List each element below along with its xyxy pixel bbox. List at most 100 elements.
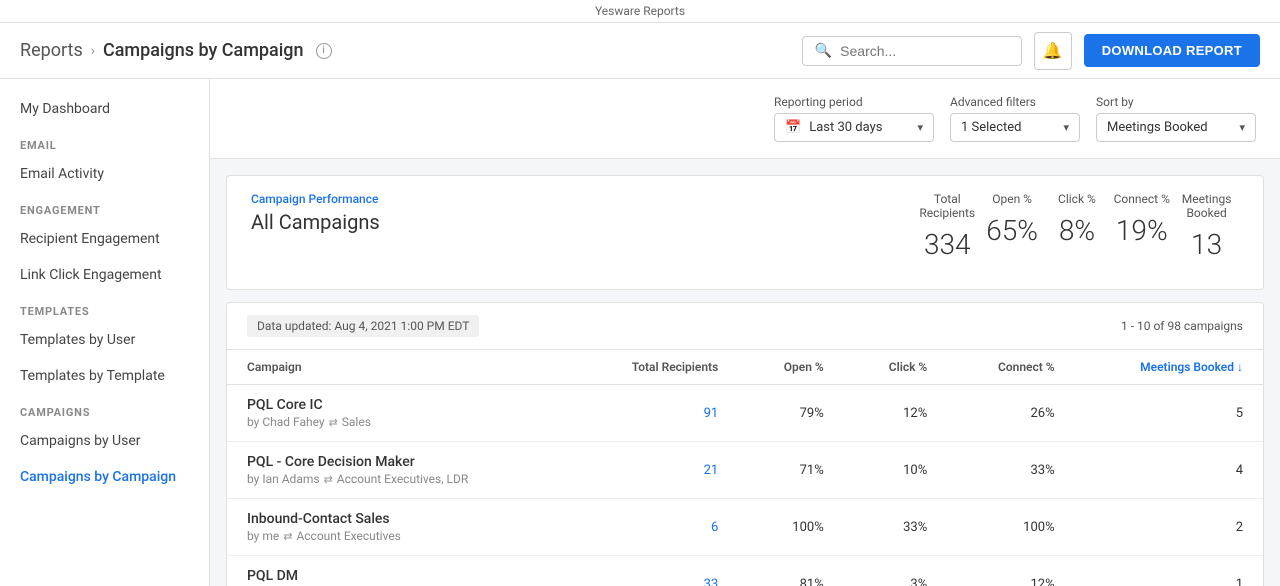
share-icon-2: ⇄ (283, 530, 292, 543)
reporting-period-label: Reporting period (774, 95, 934, 109)
cell-click-pct-0: 12% (844, 385, 948, 442)
cell-open-pct-1: 71% (738, 442, 844, 499)
sidebar-item-campaigns-by-user[interactable]: Campaigns by User (0, 423, 209, 459)
cell-campaign-1: PQL - Core Decision Maker by Ian Adams ⇄… (227, 442, 571, 499)
cell-open-pct-3: 81% (738, 556, 844, 586)
sidebar-item-templates-by-user[interactable]: Templates by User (0, 322, 209, 358)
chevron-down-icon-3: ▾ (1239, 121, 1245, 134)
info-icon[interactable]: i (316, 43, 332, 59)
cell-click-pct-2: 33% (844, 499, 948, 556)
campaign-meta-2: by me ⇄ Account Executives (247, 529, 551, 543)
sidebar-section-email: EMAIL (0, 127, 209, 156)
advanced-filters-label: Advanced filters (950, 95, 1080, 109)
campaign-name-3: PQL DM (247, 568, 551, 584)
download-report-button[interactable]: DOWNLOAD REPORT (1084, 34, 1260, 67)
metric-connect-pct: Connect % 19% (1109, 192, 1174, 261)
cell-total-recipients-2: 6 (571, 499, 738, 556)
cell-meetings-booked-3: 1 (1075, 556, 1263, 586)
campaign-performance-label: Campaign Performance (251, 192, 380, 206)
cell-total-recipients-0: 91 (571, 385, 738, 442)
breadcrumb-reports[interactable]: Reports (20, 40, 83, 61)
campaigns-table-container: Data updated: Aug 4, 2021 1:00 PM EDT 1 … (226, 302, 1264, 586)
col-header-total-recipients: Total Recipients (571, 350, 738, 385)
reporting-period-value: Last 30 days (809, 120, 882, 135)
campaigns-table: Campaign Total Recipients Open % Click %… (227, 350, 1263, 586)
metric-total-recipients: Total Recipients 334 (915, 192, 980, 261)
cell-connect-pct-2: 100% (947, 499, 1074, 556)
cell-total-recipients-1: 21 (571, 442, 738, 499)
col-header-campaign: Campaign (227, 350, 571, 385)
campaign-meta-1: by Ian Adams ⇄ Account Executives, LDR (247, 472, 551, 486)
calendar-icon: 📅 (785, 120, 801, 135)
sidebar-section-campaigns: CAMPAIGNS (0, 394, 209, 423)
campaign-name-1: PQL - Core Decision Maker (247, 454, 551, 470)
sort-by-value: Meetings Booked (1107, 120, 1208, 135)
table-row: PQL - Core Decision Maker by Ian Adams ⇄… (227, 442, 1263, 499)
search-input[interactable] (840, 43, 1009, 59)
metric-connect-pct-label: Connect % (1109, 192, 1174, 206)
metric-open-pct-label: Open % (980, 192, 1045, 206)
share-icon-0: ⇄ (329, 416, 338, 429)
filters-bar: Reporting period 📅 Last 30 days ▾ Advanc… (210, 79, 1280, 159)
summary-header: Campaign Performance All Campaigns Total… (251, 192, 1239, 261)
metric-click-pct-label: Click % (1045, 192, 1110, 206)
page-title: Campaigns by Campaign (103, 40, 304, 61)
pagination-info: 1 - 10 of 98 campaigns (1121, 319, 1243, 333)
campaign-name-0: PQL Core IC (247, 397, 551, 413)
chevron-down-icon: ▾ (917, 121, 923, 134)
sidebar: My Dashboard EMAIL Email Activity ENGAGE… (0, 79, 210, 586)
top-bar: Yesware Reports (0, 0, 1280, 23)
breadcrumb: Reports › Campaigns by Campaign i (20, 40, 332, 61)
metric-click-pct: Click % 8% (1045, 192, 1110, 261)
sidebar-item-email-activity[interactable]: Email Activity (0, 156, 209, 192)
search-box[interactable]: 🔍 (802, 36, 1022, 66)
search-icon: 🔍 (815, 43, 832, 59)
advanced-filters-group: Advanced filters 1 Selected ▾ (950, 95, 1080, 142)
content: Reporting period 📅 Last 30 days ▾ Advanc… (210, 79, 1280, 586)
sidebar-item-templates-by-template[interactable]: Templates by Template (0, 358, 209, 394)
cell-connect-pct-1: 33% (947, 442, 1074, 499)
campaign-meta-0: by Chad Fahey ⇄ Sales (247, 415, 551, 429)
table-row: Inbound-Contact Sales by me ⇄ Account Ex… (227, 499, 1263, 556)
cell-campaign-2: Inbound-Contact Sales by me ⇄ Account Ex… (227, 499, 571, 556)
top-bar-title: Yesware Reports (595, 4, 685, 18)
table-info-bar: Data updated: Aug 4, 2021 1:00 PM EDT 1 … (227, 303, 1263, 350)
cell-campaign-3: PQL DM by Chad Fahey ⇄ Sales (227, 556, 571, 586)
header-right: 🔍 🔔 DOWNLOAD REPORT (802, 32, 1260, 70)
metric-open-pct: Open % 65% (980, 192, 1045, 261)
sidebar-item-recipient-engagement[interactable]: Recipient Engagement (0, 221, 209, 257)
advanced-filters-select[interactable]: 1 Selected ▾ (950, 113, 1080, 142)
sidebar-item-campaigns-by-campaign[interactable]: Campaigns by Campaign (0, 459, 209, 495)
sort-by-select[interactable]: Meetings Booked ▾ (1096, 113, 1256, 142)
col-header-click-pct: Click % (844, 350, 948, 385)
metric-total-recipients-value: 334 (915, 228, 980, 261)
campaign-name-2: Inbound-Contact Sales (247, 511, 551, 527)
col-header-meetings-booked[interactable]: Meetings Booked ↓ (1075, 350, 1263, 385)
notifications-button[interactable]: 🔔 (1034, 32, 1072, 70)
sidebar-section-engagement: ENGAGEMENT (0, 192, 209, 221)
cell-connect-pct-3: 12% (947, 556, 1074, 586)
metric-open-pct-value: 65% (980, 214, 1045, 247)
cell-connect-pct-0: 26% (947, 385, 1074, 442)
sort-by-group: Sort by Meetings Booked ▾ (1096, 95, 1256, 142)
cell-open-pct-2: 100% (738, 499, 844, 556)
summary-metrics: Total Recipients 334 Open % 65% Click % … (915, 192, 1239, 261)
share-icon-1: ⇄ (324, 473, 333, 486)
table-row: PQL Core IC by Chad Fahey ⇄ Sales 91 79%… (227, 385, 1263, 442)
cell-click-pct-1: 10% (844, 442, 948, 499)
all-campaigns-name: All Campaigns (251, 210, 380, 234)
col-header-open-pct: Open % (738, 350, 844, 385)
reporting-period-select[interactable]: 📅 Last 30 days ▾ (774, 113, 934, 142)
sidebar-item-link-click-engagement[interactable]: Link Click Engagement (0, 257, 209, 293)
sidebar-section-templates: TEMPLATES (0, 293, 209, 322)
cell-meetings-booked-1: 4 (1075, 442, 1263, 499)
cell-total-recipients-3: 33 (571, 556, 738, 586)
chevron-down-icon-2: ▾ (1063, 121, 1069, 134)
table-header-row: Campaign Total Recipients Open % Click %… (227, 350, 1263, 385)
breadcrumb-separator: › (91, 43, 95, 59)
metric-total-recipients-label: Total Recipients (915, 192, 980, 220)
summary-card: Campaign Performance All Campaigns Total… (226, 175, 1264, 290)
metric-click-pct-value: 8% (1045, 214, 1110, 247)
data-updated-label: Data updated: Aug 4, 2021 1:00 PM EDT (247, 315, 479, 337)
sidebar-item-my-dashboard[interactable]: My Dashboard (0, 91, 209, 127)
